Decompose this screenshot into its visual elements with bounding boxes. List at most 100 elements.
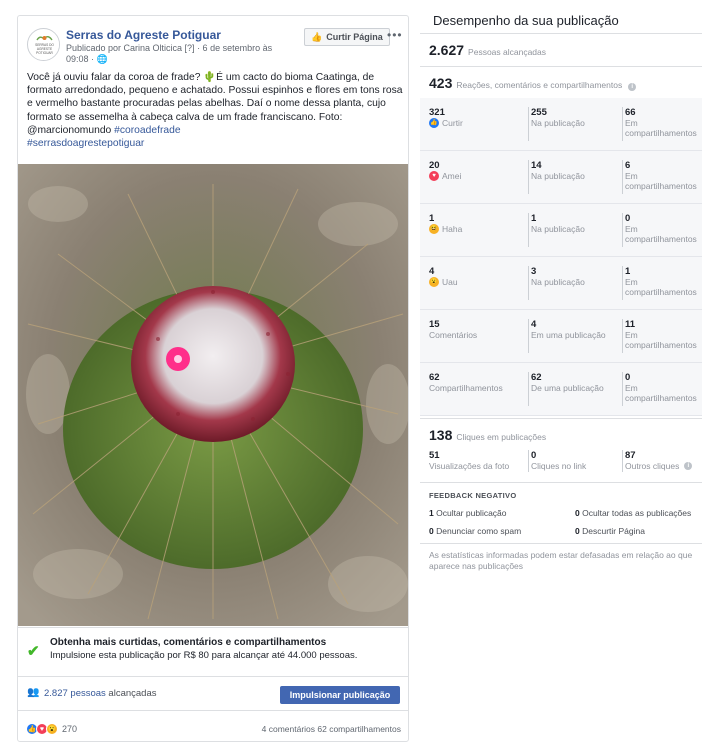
- other-clicks-number: 87: [625, 450, 636, 461]
- hide-all-label: Ocultar todas as publicações: [582, 508, 692, 518]
- post-clicks: 138 Cliques em publicações: [429, 427, 546, 443]
- stats-disclaimer: As estatísticas informadas podem estar d…: [429, 550, 693, 571]
- on-shares-cell: 66 Em compartilhamentos: [622, 107, 702, 141]
- reach-suffix: alcançadas: [105, 688, 157, 699]
- report-spam-label: Denunciar como spam: [436, 526, 522, 536]
- divider: [420, 482, 702, 483]
- reaction-breakdown-row: 4 😮 Uau 3 Na publicação 1 Em compartilhamentos: [420, 257, 702, 310]
- unlike-page-stat: 0 Descurtir Página: [575, 526, 645, 536]
- hashtag-link[interactable]: #coroadefrade: [114, 125, 180, 136]
- on-post-label: De uma publicação: [531, 383, 604, 393]
- reaction-summary[interactable]: 👍 ♥ 😮 270: [26, 723, 77, 735]
- boost-subtitle: Impulsione esta publicação por R$ 80 par…: [50, 650, 358, 661]
- total-number: 20: [429, 160, 440, 171]
- report-spam-number: 0: [429, 526, 434, 536]
- engagement: 423 Reações, comentários e compartilhame…: [429, 75, 637, 91]
- post-photo[interactable]: [18, 164, 408, 626]
- boost-post-button[interactable]: Impulsionar publicação: [280, 686, 400, 704]
- reach-row: 👥 2.827 pessoas alcançadas Impulsionar p…: [18, 676, 408, 710]
- on-post-cell: 3 Na publicação: [528, 266, 618, 300]
- reach-text: 2.827 pessoas alcançadas: [44, 688, 157, 699]
- total-label: Comentários: [429, 330, 478, 340]
- on-post-label: Na publicação: [531, 118, 585, 128]
- negative-feedback-title: FEEDBACK NEGATIVO: [429, 491, 517, 500]
- wow-reaction-icon: 😮: [46, 723, 58, 735]
- post-text: Você já ouviu falar da coroa de frade? 🌵…: [27, 71, 403, 150]
- total-label-wrap: 😆 Haha: [429, 224, 523, 234]
- on-shares-label: Em compartilhamentos: [625, 277, 697, 297]
- other-clicks-text: Outros cliques: [625, 461, 680, 471]
- hashtag-link[interactable]: #serrasdoagrestepotiguar: [27, 138, 144, 149]
- on-post-label: Na publicação: [531, 224, 585, 234]
- publisher-info: Publicado por Carina Olticica [?] · 6 de…: [66, 43, 273, 64]
- comments-shares-count[interactable]: 4 comentários 62 compartilhamentos: [262, 724, 401, 734]
- info-icon[interactable]: i: [628, 83, 637, 91]
- on-shares-number: 0: [625, 372, 631, 383]
- on-shares-cell: 6 Em compartilhamentos: [622, 160, 702, 194]
- page-name-link[interactable]: Serras do Agreste Potiguar: [66, 28, 221, 42]
- on-post-label: Em uma publicação: [531, 330, 606, 340]
- on-shares-number: 6: [625, 160, 631, 171]
- total-label-wrap: Compartilhamentos: [429, 383, 523, 393]
- on-shares-label: Em compartilhamentos: [625, 118, 697, 138]
- on-shares-cell: 1 Em compartilhamentos: [622, 266, 702, 300]
- hide-post-stat: 1 Ocultar publicação: [429, 508, 507, 518]
- hide-post-label: Ocultar publicação: [436, 508, 507, 518]
- total-label: Uau: [442, 277, 458, 287]
- on-shares-number: 1: [625, 266, 631, 277]
- on-shares-number: 0: [625, 213, 631, 224]
- hide-post-number: 1: [429, 508, 434, 518]
- clicks-label: Cliques em publicações: [456, 432, 547, 442]
- love-icon: ♥: [429, 171, 439, 181]
- photo-views-number: 51: [429, 450, 440, 461]
- boost-promo: ✔ Obtenha mais curtidas, comentários e c…: [18, 627, 408, 675]
- logo-text-3: POTIGUAR: [36, 51, 53, 55]
- on-post-number: 1: [531, 213, 537, 224]
- divider: [420, 66, 702, 67]
- reaction-breakdown: 321 👍 Curtir 255 Na publicação 66 Em compartil…: [420, 98, 702, 416]
- on-post-cell: 62 De uma publicação: [528, 372, 618, 406]
- reaction-breakdown-row: 321 👍 Curtir 255 Na publicação 66 Em compartil…: [420, 98, 702, 151]
- post-footer: 👍 ♥ 😮 270 4 comentários 62 compartilhame…: [18, 710, 408, 741]
- engagement-label: Reações, comentários e compartilhamentos: [456, 80, 623, 90]
- reaction-count: 270: [62, 724, 78, 734]
- engagement-number: 423: [429, 75, 453, 91]
- total-cell: 1 😆 Haha: [429, 213, 523, 234]
- on-shares-cell: 0 Em compartilhamentos: [622, 372, 702, 406]
- total-label-wrap: Comentários: [429, 330, 523, 340]
- page-logo[interactable]: SERRAS DO AGRESTE POTIGUAR: [27, 28, 60, 61]
- people-reached-number: 2.627: [429, 42, 465, 58]
- on-post-cell: 255 Na publicação: [528, 107, 618, 141]
- wow-icon: 😮: [429, 277, 439, 287]
- total-label: Haha: [442, 224, 463, 234]
- total-cell: 15 Comentários: [429, 319, 523, 340]
- other-clicks-label: Outros cliques i: [625, 461, 702, 471]
- checkmark-icon: ✔: [27, 643, 40, 660]
- link-clicks-label: Cliques no link: [531, 461, 587, 471]
- haha-icon: 😆: [429, 224, 439, 234]
- link-clicks-cell: 0 Cliques no link: [528, 450, 618, 472]
- performance-panel: Desempenho da sua publicação 2.627 Pesso…: [420, 0, 702, 742]
- reach-link[interactable]: 2.827 pessoas: [44, 688, 106, 699]
- info-icon[interactable]: i: [684, 462, 693, 470]
- other-clicks-cell: 87 Outros cliques i: [622, 450, 702, 472]
- on-post-cell: 14 Na publicação: [528, 160, 618, 194]
- clicks-breakdown: 51 Visualizações da foto 0 Cliques no li…: [420, 448, 702, 478]
- total-number: 4: [429, 266, 435, 277]
- more-options-icon[interactable]: •••: [387, 28, 403, 42]
- like-page-button[interactable]: 👍 Curtir Página: [304, 28, 390, 46]
- on-shares-label: Em compartilhamentos: [625, 383, 697, 403]
- post-card: SERRAS DO AGRESTE POTIGUAR Serras do Agr…: [17, 15, 409, 742]
- on-post-number: 62: [531, 372, 542, 383]
- unlike-page-label: Descurtir Página: [582, 526, 645, 536]
- total-cell: 4 😮 Uau: [429, 266, 523, 287]
- divider: [420, 418, 702, 419]
- on-shares-number: 66: [625, 107, 636, 118]
- total-label: Curtir: [442, 118, 463, 128]
- on-shares-cell: 0 Em compartilhamentos: [622, 213, 702, 247]
- total-cell: 20 ♥ Amei: [429, 160, 523, 181]
- photo-views-cell: 51 Visualizações da foto: [429, 450, 523, 471]
- total-cell: 321 👍 Curtir: [429, 107, 523, 128]
- total-label: Compartilhamentos: [429, 383, 503, 393]
- total-label-wrap: ♥ Amei: [429, 171, 523, 181]
